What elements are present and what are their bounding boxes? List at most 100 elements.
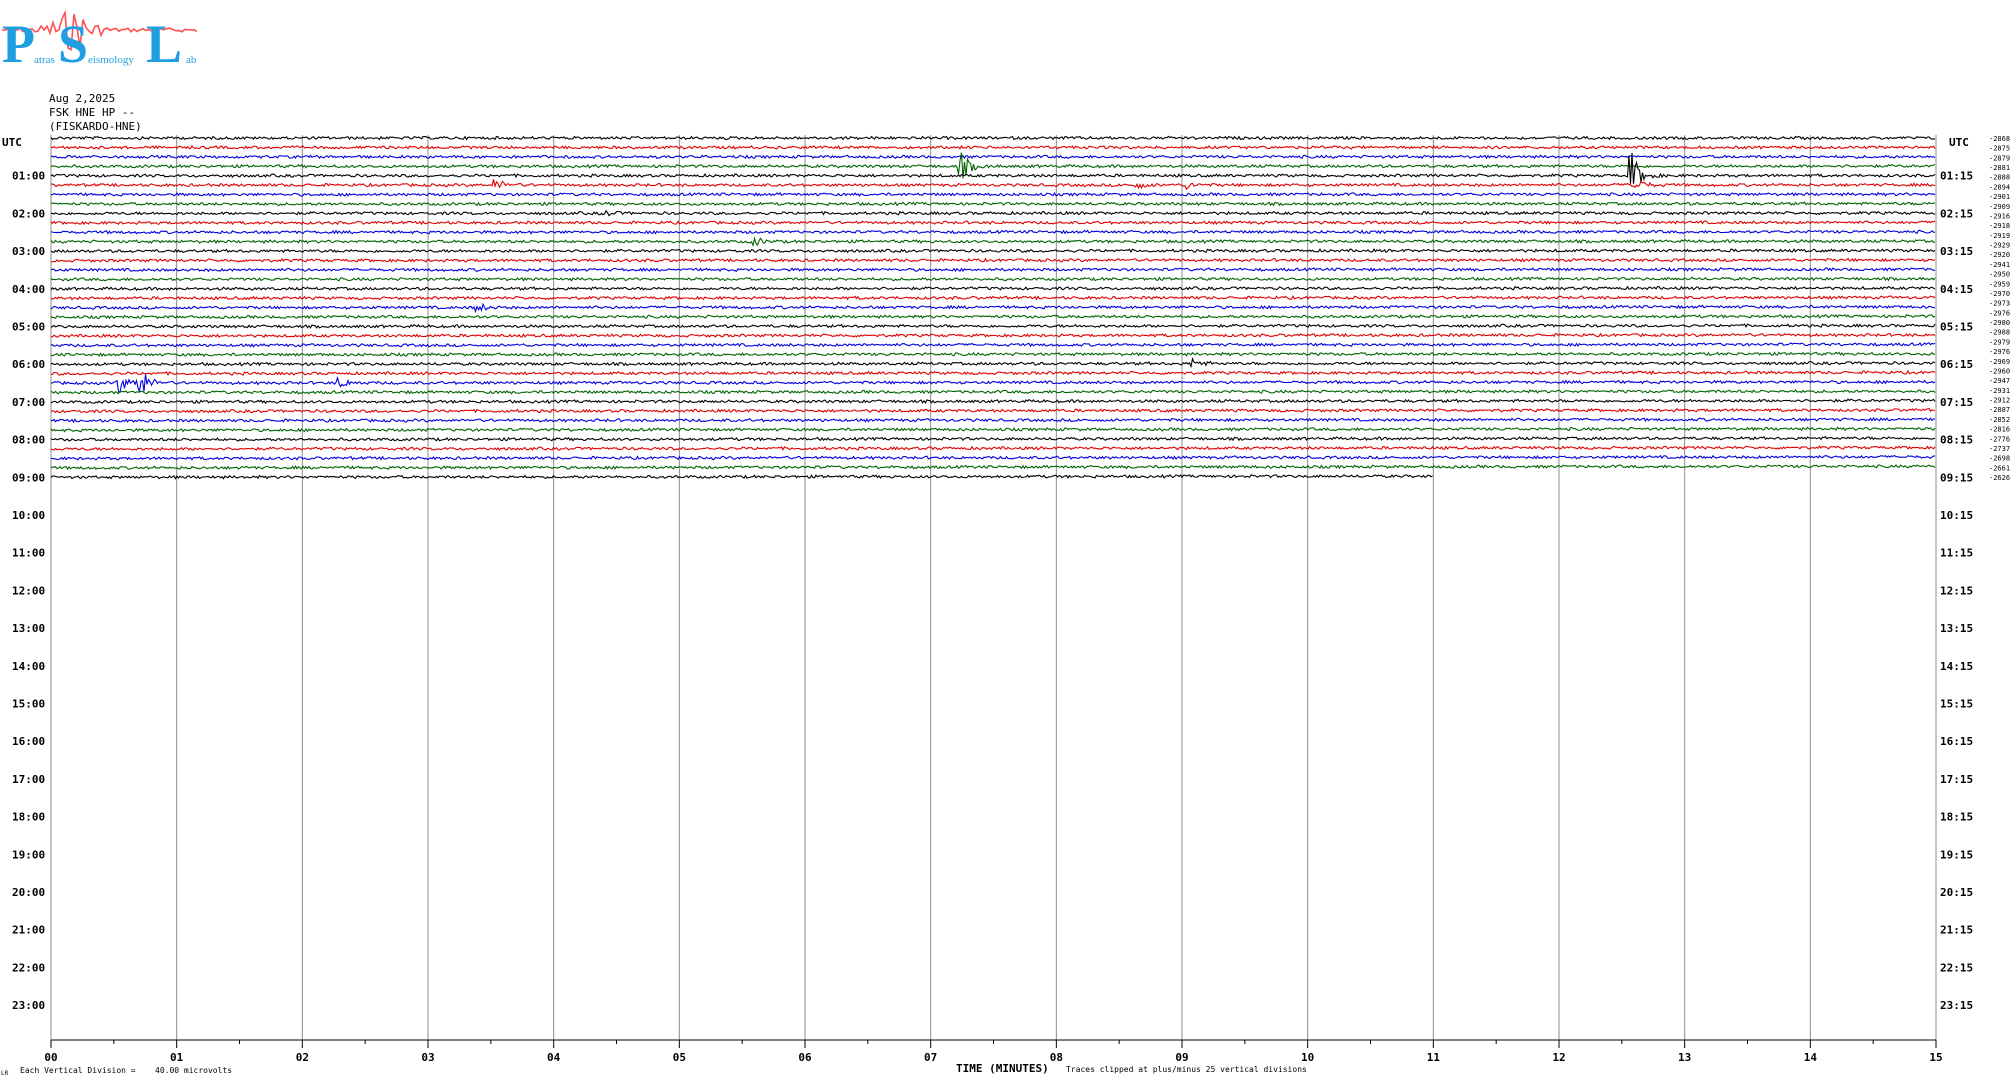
- trace-offset-label: -2875: [1989, 145, 2010, 153]
- right-hour-label: 07:15: [1940, 396, 1973, 409]
- right-hour-labels: 01:15 02:15 03:15 04:15 05:15 06:15 07:15 08:15…: [1940, 170, 1973, 1012]
- trace-offset-label: -2901: [1989, 193, 2010, 201]
- trace-line: [50, 191, 1936, 198]
- division-label: Each Vertical Division =: [20, 1066, 136, 1075]
- trace-offset-label: -2816: [1989, 426, 2010, 434]
- trace-offset-label: -2929: [1989, 242, 2010, 250]
- trace-line: [50, 342, 1936, 348]
- minute-tick-label: 08: [1050, 1051, 1063, 1064]
- minute-tick-label: 02: [296, 1051, 309, 1064]
- trace-line: [50, 220, 1936, 226]
- left-hour-label: 16:00: [12, 735, 45, 748]
- trace-offset-label: -2909: [1989, 203, 2010, 211]
- trace-line: [50, 285, 1936, 292]
- division-value: 40.00 microvolts: [155, 1066, 232, 1075]
- right-hour-label: 12:15: [1940, 584, 1973, 597]
- right-hour-label: 15:15: [1940, 698, 1973, 711]
- logo-letter-s: S: [58, 14, 88, 74]
- trace-offset-label: -2976: [1989, 309, 2010, 317]
- right-hour-label: 22:15: [1940, 961, 1973, 974]
- trace-line: [50, 313, 1936, 320]
- trace-offset-label: -2980: [1989, 319, 2010, 327]
- left-hour-label: 17:00: [12, 773, 45, 786]
- trace-line: [50, 454, 1936, 461]
- trace-line: [50, 473, 1433, 480]
- minute-tick-label: 06: [798, 1051, 812, 1064]
- trace-offset-label: -2919: [1989, 232, 2010, 240]
- trace-offset-label: -2894: [1989, 183, 2010, 191]
- trace-line: [50, 323, 1936, 329]
- right-hour-label: 17:15: [1940, 773, 1973, 786]
- psl-logo: P atras S eismology L ab: [1, 9, 198, 74]
- clip-note: Traces clipped at plus/minus 25 vertical…: [1066, 1065, 1307, 1074]
- left-hour-label: 07:00: [12, 396, 45, 409]
- trace-offset-label: -2988: [1989, 329, 2010, 337]
- minute-tick-label: 05: [673, 1051, 686, 1064]
- trace-offset-label: -2918: [1989, 222, 2010, 230]
- trace-offset-label: -2852: [1989, 416, 2010, 424]
- minute-tick-label: 03: [421, 1051, 434, 1064]
- trace-offset-label: -2698: [1989, 455, 2010, 463]
- minute-tick-label: 04: [547, 1051, 561, 1064]
- trace-line: [50, 257, 1936, 263]
- minute-tick-label: 09: [1175, 1051, 1188, 1064]
- left-hour-label: 09:00: [12, 471, 45, 484]
- left-hour-label: 14:00: [12, 660, 45, 673]
- left-hour-label: 11:00: [12, 547, 45, 560]
- trace-line: [50, 351, 1936, 358]
- trace-offset-label: -2879: [1989, 154, 2010, 162]
- trace-line: [50, 435, 1936, 442]
- trace-offset-label: -2969: [1989, 358, 2010, 366]
- trace-offset-label: -2970: [1989, 290, 2010, 298]
- left-hour-label: 13:00: [12, 622, 45, 635]
- left-hour-label: 20:00: [12, 886, 45, 899]
- right-hour-label: 19:15: [1940, 848, 1973, 861]
- trace-line: [50, 302, 1936, 314]
- logo-word-atras: atras: [34, 54, 55, 66]
- trace-offset-label: -2959: [1989, 280, 2010, 288]
- right-hour-label: 14:15: [1940, 660, 1973, 673]
- trace-line: [50, 389, 1936, 395]
- right-hour-label: 08:15: [1940, 434, 1973, 447]
- left-hour-label: 12:00: [12, 584, 45, 597]
- minute-tick-label: 11: [1427, 1051, 1441, 1064]
- left-hour-label: 15:00: [12, 698, 45, 711]
- trace-line: [50, 276, 1936, 282]
- footer-marker: LR: [1, 1070, 9, 1077]
- record-date: Aug 2,2025: [49, 92, 115, 105]
- trace-line: [50, 248, 1936, 254]
- seismic-traces: [50, 135, 1936, 480]
- trace-line: [50, 179, 1936, 191]
- trace-offset-label: -2737: [1989, 445, 2010, 453]
- trace-line: [50, 445, 1936, 451]
- trace-offset-label: -2661: [1989, 464, 2010, 472]
- trace-offset-label: -2626: [1989, 474, 2010, 482]
- right-hour-label: 05:15: [1940, 321, 1973, 334]
- right-hour-label: 23:15: [1940, 999, 1973, 1012]
- trace-line: [50, 154, 1936, 160]
- logo-letter-p: P: [2, 14, 35, 74]
- left-hour-label: 02:00: [12, 207, 45, 220]
- right-hour-label: 01:15: [1940, 170, 1973, 183]
- right-hour-label: 16:15: [1940, 735, 1973, 748]
- right-hour-label: 03:15: [1940, 245, 1973, 258]
- trace-offset-label: -2920: [1989, 251, 2010, 259]
- minute-gridlines: [50, 135, 1937, 1048]
- minute-tick-label: 01: [170, 1051, 184, 1064]
- left-hour-label: 04:00: [12, 283, 45, 296]
- right-hour-label: 09:15: [1940, 471, 1973, 484]
- trace-line: [50, 209, 1936, 217]
- right-hour-label: 18:15: [1940, 811, 1973, 824]
- right-hour-label: 21:15: [1940, 924, 1973, 937]
- trace-line: [50, 416, 1935, 424]
- left-hour-label: 06:00: [12, 358, 45, 371]
- trace-line: [51, 229, 1935, 235]
- trace-line: [51, 369, 1936, 376]
- trace-line: [50, 201, 1936, 207]
- trace-offset-label: -2973: [1989, 300, 2010, 308]
- trace-line: [50, 295, 1936, 301]
- trace-line: [50, 144, 1936, 150]
- trace-offset-label: -2887: [1989, 406, 2010, 414]
- logo-word-ab: ab: [186, 54, 197, 66]
- trace-line: [50, 135, 1936, 141]
